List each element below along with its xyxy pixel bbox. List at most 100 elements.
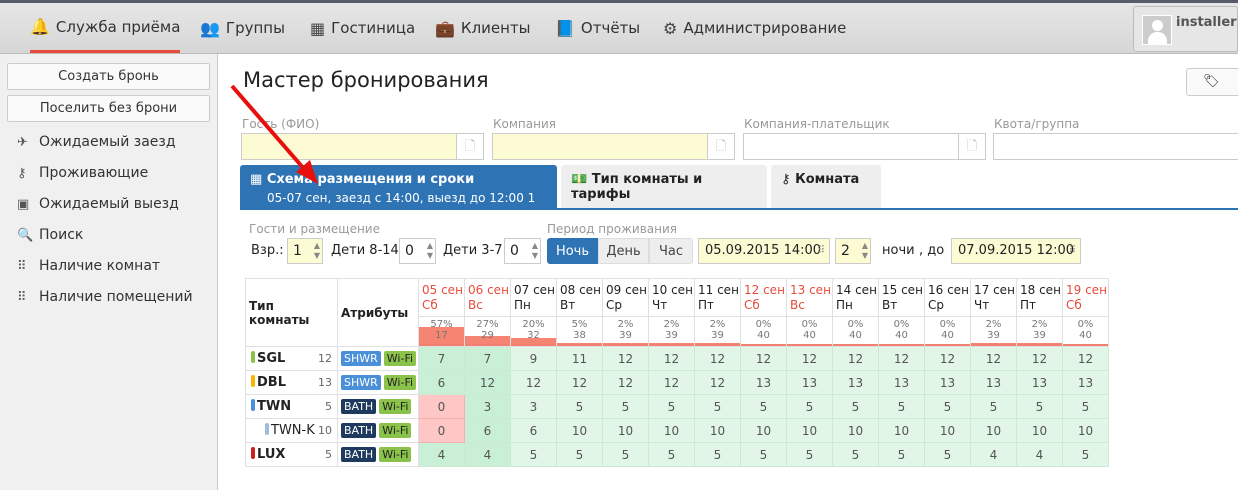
availability-cell[interactable]: 13	[1016, 370, 1063, 395]
availability-cell[interactable]: 5	[832, 394, 879, 419]
mode-night-button[interactable]: Ночь	[547, 238, 598, 264]
availability-cell[interactable]: 5	[556, 394, 603, 419]
availability-cell[interactable]: 5	[878, 442, 925, 467]
mode-hour-button[interactable]: Час	[649, 238, 693, 264]
availability-cell[interactable]: 7	[464, 346, 511, 371]
availability-cell[interactable]: 10	[970, 418, 1017, 443]
availability-cell[interactable]: 5	[740, 394, 787, 419]
stepper-arrows-icon[interactable]: ▲ ▼	[862, 241, 868, 261]
availability-cell[interactable]: 5	[786, 394, 833, 419]
availability-cell[interactable]: 5	[740, 442, 787, 467]
availability-cell[interactable]: 6	[464, 418, 511, 443]
room-type-cell[interactable]: LUX 5	[245, 442, 338, 467]
availability-cell[interactable]: 5	[694, 394, 741, 419]
availability-cell[interactable]: 5	[694, 442, 741, 467]
sidebar-item-expected-arrival[interactable]: ✈ Ожидаемый заезд	[17, 134, 176, 150]
availability-cell[interactable]: 12	[464, 370, 511, 395]
nights-stepper[interactable]: 2 ▲ ▼	[835, 238, 871, 264]
user-menu[interactable]: installer	[1133, 6, 1238, 52]
nav-admin[interactable]: ⚙ Администрирование	[663, 3, 846, 53]
availability-cell[interactable]: 10	[740, 418, 787, 443]
availability-cell[interactable]: 10	[602, 418, 649, 443]
create-booking-button[interactable]: Создать бронь	[7, 63, 210, 90]
availability-cell[interactable]: 5	[648, 442, 695, 467]
availability-cell[interactable]: 5	[1062, 442, 1109, 467]
tags-button[interactable]: 🏷	[1186, 68, 1238, 96]
availability-cell[interactable]: 3	[464, 394, 511, 419]
company-input[interactable]: 🗋	[492, 133, 735, 160]
document-icon[interactable]: 🗋	[707, 134, 734, 159]
availability-cell[interactable]: 12	[602, 370, 649, 395]
availability-cell[interactable]: 5	[648, 394, 695, 419]
availability-cell[interactable]: 4	[464, 442, 511, 467]
availability-cell[interactable]: 10	[832, 418, 879, 443]
room-type-cell[interactable]: TWN-K 10	[245, 418, 338, 443]
availability-cell[interactable]: 4	[970, 442, 1017, 467]
tab-room-type[interactable]: 💵 Тип комнаты и тарифы	[561, 165, 767, 209]
availability-cell[interactable]: 7	[418, 346, 465, 371]
document-icon[interactable]: 🗋	[456, 134, 483, 159]
availability-cell[interactable]: 11	[556, 346, 603, 371]
document-icon[interactable]: 🗋	[958, 134, 985, 159]
availability-cell[interactable]: 5	[924, 394, 971, 419]
nav-clients[interactable]: 💼 Клиенты	[435, 3, 531, 53]
nav-hotel[interactable]: ▦ Гостиница	[310, 3, 415, 53]
availability-cell[interactable]: 12	[648, 370, 695, 395]
availability-cell[interactable]: 10	[924, 418, 971, 443]
availability-cell[interactable]: 13	[740, 370, 787, 395]
availability-cell[interactable]: 5	[970, 394, 1017, 419]
availability-cell[interactable]: 13	[924, 370, 971, 395]
nav-groups[interactable]: 👥 Группы	[200, 3, 285, 53]
room-type-cell[interactable]: SGL 12	[245, 346, 338, 371]
availability-cell[interactable]: 6	[418, 370, 465, 395]
kids-3-7-stepper[interactable]: 0 ▲ ▼	[504, 238, 541, 264]
guest-input[interactable]: 🗋	[241, 133, 484, 160]
availability-cell[interactable]: 5	[602, 442, 649, 467]
availability-cell[interactable]: 5	[556, 442, 603, 467]
availability-cell[interactable]: 4	[1016, 442, 1063, 467]
room-type-cell[interactable]: TWN 5	[245, 394, 338, 419]
availability-cell[interactable]: 10	[694, 418, 741, 443]
tab-room[interactable]: ⚷ Комната	[771, 165, 881, 209]
availability-cell[interactable]: 5	[1062, 394, 1109, 419]
room-type-cell[interactable]: DBL 13	[245, 370, 338, 395]
stepper-arrows-icon[interactable]: ▲ ▼	[314, 241, 320, 261]
availability-cell[interactable]: 13	[1062, 370, 1109, 395]
availability-cell[interactable]: 12	[832, 346, 879, 371]
availability-cell[interactable]: 10	[556, 418, 603, 443]
availability-cell[interactable]: 13	[832, 370, 879, 395]
availability-cell[interactable]: 5	[1016, 394, 1063, 419]
availability-cell[interactable]: 10	[1016, 418, 1063, 443]
availability-cell[interactable]: 12	[694, 370, 741, 395]
availability-cell[interactable]: 12	[786, 346, 833, 371]
availability-cell[interactable]: 12	[1062, 346, 1109, 371]
availability-cell[interactable]: 12	[510, 370, 557, 395]
tab-placement[interactable]: ▦ Схема размещения и сроки 05-07 сен, зае…	[240, 165, 557, 219]
availability-cell[interactable]: 12	[602, 346, 649, 371]
availability-cell[interactable]: 12	[648, 346, 695, 371]
availability-cell[interactable]: 12	[556, 370, 603, 395]
availability-cell[interactable]: 12	[694, 346, 741, 371]
sidebar-item-expected-departure[interactable]: ▣ Ожидаемый выезд	[17, 196, 179, 212]
checkin-without-booking-button[interactable]: Поселить без брони	[7, 95, 210, 122]
payer-input[interactable]: 🗋	[743, 133, 986, 160]
availability-cell[interactable]: 12	[970, 346, 1017, 371]
availability-cell[interactable]: 10	[648, 418, 695, 443]
nav-front-desk[interactable]: 🔔 Служба приёма	[30, 3, 181, 53]
stepper-arrows-icon[interactable]: ▲ ▼	[427, 241, 433, 261]
sidebar-item-space-availability[interactable]: ⠿ Наличие помещений	[17, 289, 193, 305]
mode-day-button[interactable]: День	[598, 238, 649, 264]
availability-cell[interactable]: 12	[924, 346, 971, 371]
availability-cell[interactable]: 0	[418, 418, 465, 443]
kids-8-14-stepper[interactable]: 0 ▲ ▼	[399, 238, 436, 264]
quota-input[interactable]	[993, 133, 1238, 160]
availability-cell[interactable]: 5	[786, 442, 833, 467]
stepper-arrows-icon[interactable]: ▲ ▼	[532, 241, 538, 261]
availability-cell[interactable]: 10	[1062, 418, 1109, 443]
availability-cell[interactable]: 12	[740, 346, 787, 371]
availability-cell[interactable]: 5	[924, 442, 971, 467]
availability-cell[interactable]: 10	[786, 418, 833, 443]
availability-cell[interactable]: 13	[970, 370, 1017, 395]
nav-reports[interactable]: 📘 Отчёты	[555, 3, 640, 53]
grid-icon[interactable]: ⠿	[818, 239, 825, 263]
